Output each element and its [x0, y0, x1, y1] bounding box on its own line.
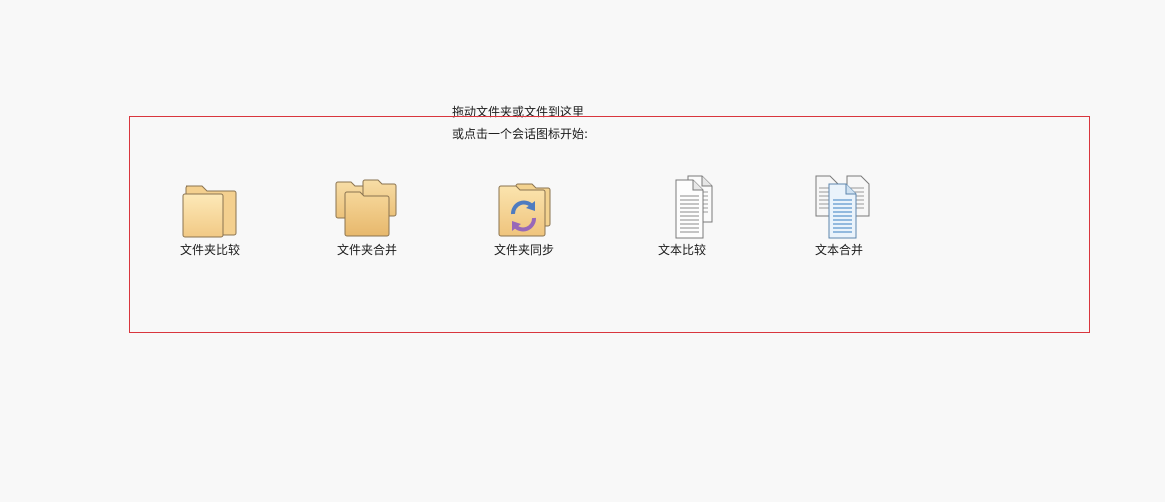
folder-compare-icon	[174, 172, 246, 240]
folder-merge-icon	[331, 172, 403, 240]
session-label: 文本比较	[657, 243, 706, 257]
session-text-compare[interactable]: 文本比较	[627, 172, 737, 264]
session-launcher: 拖动文件夹或文件到这里 或点击一个会话图标开始: 文件夹比较 文件夹合并 文件夹…	[0, 0, 1165, 502]
text-compare-icon	[646, 172, 718, 240]
session-label: 文件夹合并	[336, 243, 397, 257]
session-text-merge[interactable]: 文本合并	[784, 172, 894, 264]
session-label: 文本合并	[814, 243, 863, 257]
text-merge-icon	[803, 172, 875, 240]
session-folder-sync[interactable]: 文件夹同步	[469, 172, 579, 264]
drop-zone[interactable]	[129, 116, 1090, 333]
session-folder-compare[interactable]: 文件夹比较	[155, 172, 265, 264]
session-label: 文件夹比较	[179, 243, 240, 257]
session-folder-merge[interactable]: 文件夹合并	[312, 172, 422, 264]
session-label: 文件夹同步	[493, 243, 554, 257]
folder-sync-icon	[488, 172, 560, 240]
